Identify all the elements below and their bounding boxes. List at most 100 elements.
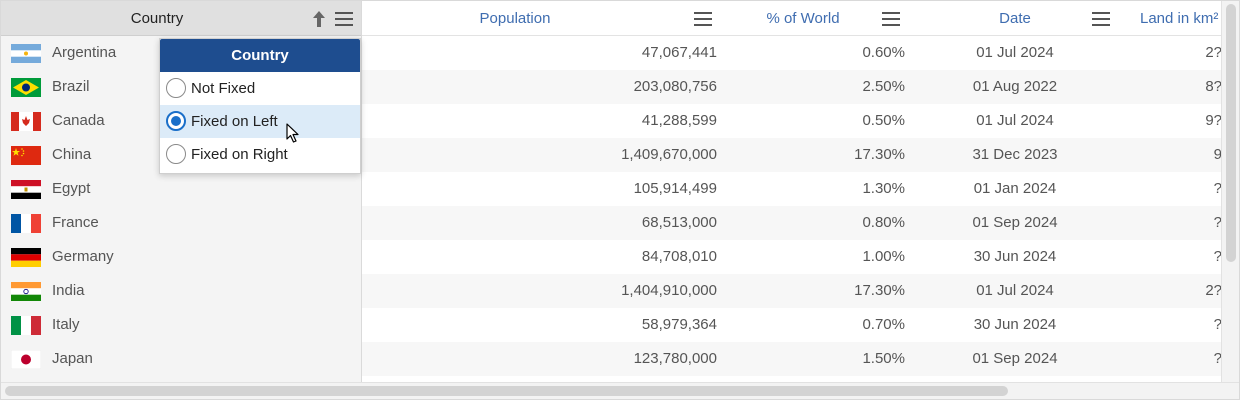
flag-argentina-icon [11,44,41,63]
popup-title: Country [160,39,360,72]
cell-population[interactable]: 1,404,910,000 [512,274,717,308]
flag-japan-icon [11,350,41,369]
country-row[interactable]: Italy [1,308,361,342]
country-menu-icon[interactable] [335,12,353,26]
cell-percent[interactable]: 0.70% [782,308,905,342]
table-row[interactable]: 68,513,000 0.80% 01 Sep 2024? [362,206,1223,240]
fix-option-label: Fixed on Right [191,146,288,163]
horizontal-scrollbar[interactable] [1,382,1239,399]
flag-france-icon [11,214,41,233]
table-row[interactable]: 84,708,010 1.00% 30 Jun 2024? [362,240,1223,274]
cell-land[interactable]: 9? [1122,104,1222,138]
country-name: Germany [52,248,114,265]
country-row[interactable]: Japan [1,342,361,376]
table-row[interactable]: 105,914,499 1.30% 01 Jan 2024? [362,172,1223,206]
cell-date[interactable]: 30 Jun 2024 [950,308,1080,342]
radio-selected-icon[interactable] [166,111,186,131]
cell-percent[interactable]: 0.80% [782,206,905,240]
cell-percent[interactable]: 1.00% [782,240,905,274]
header-percent-of-world[interactable]: % of World [738,1,868,36]
radio-unselected-icon[interactable] [166,78,186,98]
cell-date[interactable]: 31 Dec 2023 [950,138,1080,172]
scrollable-area[interactable]: Population % of World Date Land in km² 4… [362,1,1223,384]
cell-date[interactable]: 01 Sep 2024 [950,342,1080,376]
cell-percent[interactable]: 1.50% [782,342,905,376]
cell-population[interactable]: 84,708,010 [512,240,717,274]
table-row[interactable]: 1,404,910,000 17.30% 01 Jul 2024 2? [362,274,1223,308]
country-row[interactable]: Germany [1,240,361,274]
country-row[interactable]: Egypt [1,172,361,206]
fix-option[interactable]: Fixed on Right [160,138,360,171]
cell-percent[interactable]: 1.30% [782,172,905,206]
cell-land[interactable]: ? [1122,206,1222,240]
fix-option[interactable]: Not Fixed [160,72,360,105]
country-name: Canada [52,112,105,129]
header-population[interactable]: Population [450,1,580,36]
cell-population[interactable]: 203,080,756 [512,70,717,104]
flag-india-icon [11,282,41,301]
table-row[interactable]: 58,979,364 0.70% 30 Jun 2024? [362,308,1223,342]
radio-unselected-icon[interactable] [166,144,186,164]
table-row[interactable]: 123,780,000 1.50% 01 Sep 2024? [362,342,1223,376]
table-row[interactable]: 203,080,756 2.50% 01 Aug 2022 8? [362,70,1223,104]
flag-italy-icon [11,316,41,335]
country-row[interactable]: India [1,274,361,308]
horizontal-scroll-thumb[interactable] [5,386,1008,396]
country-name: Italy [52,316,80,333]
cell-percent[interactable]: 0.50% [782,104,905,138]
date-menu-icon[interactable] [1092,12,1110,26]
cell-population[interactable]: 68,513,000 [512,206,717,240]
cell-date[interactable]: 01 Aug 2022 [950,70,1080,104]
table-row[interactable]: 41,288,599 0.50% 01 Jul 2024 9? [362,104,1223,138]
percent-menu-icon[interactable] [882,12,900,26]
mouse-cursor-icon [286,123,299,143]
vertical-scroll-thumb[interactable] [1226,4,1236,262]
cell-population[interactable]: 105,914,499 [512,172,717,206]
header-land[interactable]: Land in km² [1140,1,1223,36]
cell-percent[interactable]: 17.30% [782,138,905,172]
pin-up-arrow-icon[interactable] [312,10,326,28]
flag-canada-icon [11,112,41,131]
table-row[interactable]: 47,067,441 0.60% 01 Jul 2024 2? [362,36,1223,70]
cell-date[interactable]: 01 Jul 2024 [950,36,1080,70]
cell-land[interactable]: 9 [1122,138,1222,172]
country-name: Japan [52,350,93,367]
cell-land[interactable]: ? [1122,342,1222,376]
cell-land[interactable]: 8? [1122,70,1222,104]
cell-date[interactable]: 01 Sep 2024 [950,206,1080,240]
cell-percent[interactable]: 2.50% [782,70,905,104]
country-name: France [52,214,99,231]
data-grid: Country Argentina Brazil Canada China Egypt F… [0,0,1240,400]
flag-germany-icon [11,248,41,267]
cell-land[interactable]: 2? [1122,36,1222,70]
fix-option[interactable]: Fixed on Left [160,105,360,138]
cell-percent[interactable]: 17.30% [782,274,905,308]
country-row[interactable]: France [1,206,361,240]
header-date[interactable]: Date [950,1,1080,36]
cell-population[interactable]: 41,288,599 [512,104,717,138]
country-name: Argentina [52,44,117,61]
cell-percent[interactable]: 0.60% [782,36,905,70]
cell-land[interactable]: ? [1122,240,1222,274]
vertical-scrollbar[interactable] [1221,1,1239,384]
column-fix-popup: Country Not Fixed Fixed on Left Fixed on R… [159,38,361,174]
country-name: China [52,146,92,163]
fix-option-label: Fixed on Left [191,113,278,130]
cell-date[interactable]: 01 Jul 2024 [950,104,1080,138]
cell-population[interactable]: 1,409,670,000 [512,138,717,172]
table-row[interactable]: 1,409,670,000 17.30% 31 Dec 2023 9 [362,138,1223,172]
country-name: Egypt [52,180,91,197]
cell-population[interactable]: 58,979,364 [512,308,717,342]
flag-egypt-icon [11,180,41,199]
cell-land[interactable]: ? [1122,308,1222,342]
cell-date[interactable]: 01 Jan 2024 [950,172,1080,206]
population-menu-icon[interactable] [694,12,712,26]
cell-land[interactable]: 2? [1122,274,1222,308]
cell-population[interactable]: 47,067,441 [512,36,717,70]
cell-date[interactable]: 30 Jun 2024 [950,240,1080,274]
cell-date[interactable]: 01 Jul 2024 [950,274,1080,308]
cell-land[interactable]: ? [1122,172,1222,206]
country-column-header[interactable]: Country [1,1,361,36]
flag-china-icon [11,146,41,165]
cell-population[interactable]: 123,780,000 [512,342,717,376]
